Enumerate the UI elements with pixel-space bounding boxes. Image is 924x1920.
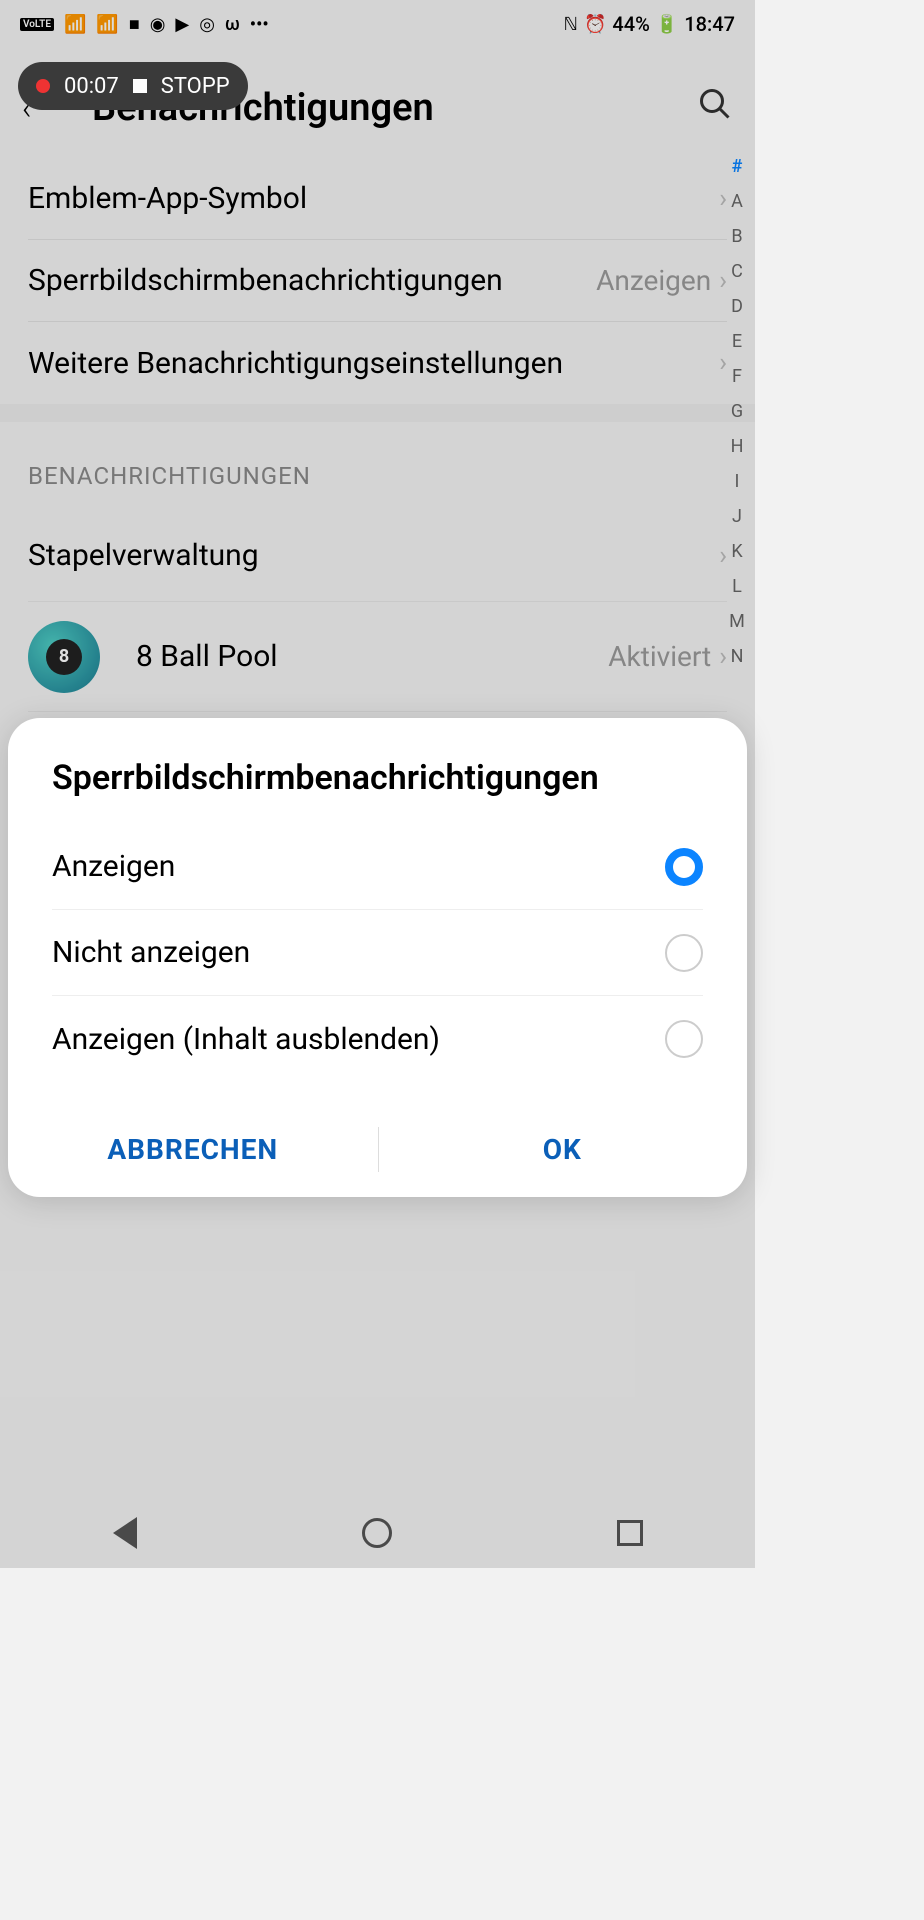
radio-checked-icon[interactable] xyxy=(665,848,703,886)
dialog-title: Sperrbildschirmbenachrichtigungen xyxy=(8,718,747,824)
option-show[interactable]: Anzeigen xyxy=(52,824,703,910)
setting-label: Emblem-App-Symbol xyxy=(28,181,719,216)
option-label: Anzeigen xyxy=(52,849,665,884)
instagram-icon: ◎ xyxy=(199,14,215,35)
nfc-icon: ℕ xyxy=(564,14,578,35)
app-row-8ballpool[interactable]: 8 Ball Pool Aktiviert › xyxy=(28,602,727,712)
option-hide[interactable]: Nicht anzeigen xyxy=(52,910,703,996)
option-label: Nicht anzeigen xyxy=(52,935,665,970)
alpha-letter[interactable]: I xyxy=(735,471,740,492)
app-icon xyxy=(28,621,100,693)
setting-emblem-app-symbol[interactable]: Emblem-App-Symbol › xyxy=(28,158,727,240)
wish-icon: ω xyxy=(225,14,240,35)
nav-back-button[interactable] xyxy=(113,1517,137,1549)
option-show-hide-content[interactable]: Anzeigen (Inhalt ausblenden) xyxy=(52,996,703,1082)
alpha-letter[interactable]: G xyxy=(731,401,743,422)
alpha-letter[interactable]: J xyxy=(732,506,742,527)
cancel-button[interactable]: ABBRECHEN xyxy=(8,1102,378,1197)
dialog-actions: ABBRECHEN OK xyxy=(8,1102,747,1197)
alpha-letter[interactable]: N xyxy=(731,646,744,667)
spotify-icon: ◉ xyxy=(150,14,166,35)
lockscreen-notifications-dialog: Sperrbildschirmbenachrichtigungen Anzeig… xyxy=(8,718,747,1197)
option-label: Anzeigen (Inhalt ausblenden) xyxy=(52,1022,665,1057)
alpha-letter[interactable]: K xyxy=(731,541,742,562)
alpha-letter[interactable]: M xyxy=(729,611,745,632)
battery-percent: 44% xyxy=(612,12,649,36)
alpha-letter[interactable]: H xyxy=(731,436,744,457)
app-status: Aktiviert xyxy=(608,640,711,673)
nav-recent-button[interactable] xyxy=(617,1520,643,1546)
nav-home-button[interactable] xyxy=(362,1518,392,1548)
stop-icon xyxy=(133,79,147,93)
record-dot-icon xyxy=(36,79,50,93)
alpha-letter[interactable]: B xyxy=(731,226,742,247)
alpha-letter[interactable]: A xyxy=(731,191,743,212)
status-bar: VoLTE 📶 📶 ■ ◉ ▶ ◎ ω ••• ℕ ⏰ 44% 🔋 18:47 xyxy=(0,0,755,48)
status-right: ℕ ⏰ 44% 🔋 18:47 xyxy=(564,12,735,36)
setting-label: Sperrbildschirmbenachrichtigungen xyxy=(28,263,596,298)
youtube-icon: ▶ xyxy=(175,14,189,35)
status-left: VoLTE 📶 📶 ■ ◉ ▶ ◎ ω ••• xyxy=(20,14,269,35)
alpha-letter[interactable]: C xyxy=(731,261,743,282)
setting-stack-management[interactable]: Stapelverwaltung › xyxy=(28,510,727,602)
section-header: Benachrichtigungen xyxy=(28,422,727,510)
battery-icon: 🔋 xyxy=(656,14,678,35)
wifi-icon: 📶 xyxy=(96,14,118,35)
section-divider xyxy=(0,404,755,422)
radio-unchecked-icon[interactable] xyxy=(665,934,703,972)
screen-recorder-pill[interactable]: 00:07 STOPP xyxy=(18,62,248,110)
volte-badge: VoLTE xyxy=(20,18,54,31)
navigation-bar xyxy=(0,1498,755,1568)
alpha-letter[interactable]: D xyxy=(731,296,743,317)
radio-unchecked-icon[interactable] xyxy=(665,1020,703,1058)
ok-button[interactable]: OK xyxy=(378,1102,748,1197)
record-stop-label: STOPP xyxy=(161,74,230,99)
setting-label: Stapelverwaltung xyxy=(28,538,719,573)
setting-value: Anzeigen xyxy=(596,264,711,297)
record-time: 00:07 xyxy=(64,74,119,99)
dialog-options: Anzeigen Nicht anzeigen Anzeigen (Inhalt… xyxy=(8,824,747,1082)
setting-lockscreen-notifications[interactable]: Sperrbildschirmbenachrichtigungen Anzeig… xyxy=(28,240,727,322)
signal-icon: 📶 xyxy=(64,14,86,35)
alpha-letter[interactable]: L xyxy=(732,576,742,597)
alpha-hash[interactable]: # xyxy=(732,156,743,177)
square-icon: ■ xyxy=(129,14,140,35)
app-name: 8 Ball Pool xyxy=(136,639,608,674)
alarm-icon: ⏰ xyxy=(584,14,606,35)
more-icon: ••• xyxy=(250,14,269,35)
alpha-letter[interactable]: F xyxy=(732,366,742,387)
setting-more-notification-settings[interactable]: Weitere Benachrichtigungseinstellungen › xyxy=(28,322,727,404)
alpha-letter[interactable]: E xyxy=(732,331,742,352)
setting-label: Weitere Benachrichtigungseinstellungen xyxy=(28,346,719,381)
search-button[interactable] xyxy=(697,86,733,131)
clock: 18:47 xyxy=(684,12,735,36)
